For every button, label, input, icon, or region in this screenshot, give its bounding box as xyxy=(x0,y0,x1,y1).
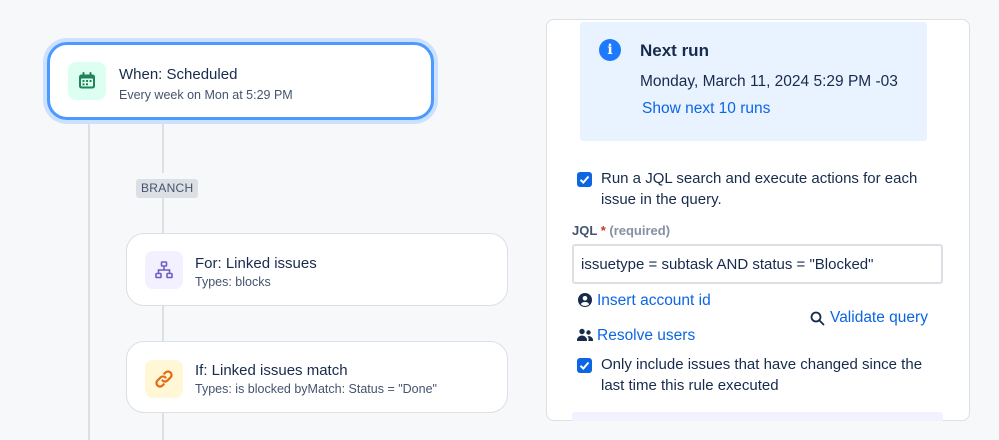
jql-input[interactable] xyxy=(572,244,943,284)
trigger-subtitle: Every week on Mon at 5:29 PM xyxy=(119,88,293,102)
run-jql-label-line1: Run a JQL search and execute actions for… xyxy=(601,170,918,187)
required-text: (required) xyxy=(609,223,671,238)
run-jql-checkbox[interactable] xyxy=(577,172,592,187)
person-icon xyxy=(578,293,592,307)
required-marker: * xyxy=(600,223,606,238)
next-run-date: Monday, March 11, 2024 5:29 PM -03 xyxy=(640,73,898,90)
link-icon xyxy=(145,360,183,398)
checkmark-icon xyxy=(579,361,590,370)
search-icon xyxy=(810,311,825,326)
condition-step-subtitle: Types: is blocked byMatch: Status = "Don… xyxy=(195,382,437,396)
trigger-title: When: Scheduled xyxy=(119,66,238,83)
validate-query-link[interactable]: Validate query xyxy=(830,309,928,327)
insert-account-id-link[interactable]: Insert account id xyxy=(597,292,711,310)
hierarchy-icon xyxy=(145,251,183,289)
only-changed-label-line1: Only include issues that have changed si… xyxy=(601,356,923,373)
next-run-title: Next run xyxy=(640,41,709,60)
flow-connector-step xyxy=(162,304,164,342)
flow-connector-bottom xyxy=(162,411,164,440)
show-next-runs-link[interactable]: Show next 10 runs xyxy=(642,100,770,118)
branch-step-card[interactable]: For: Linked issues Types: blocks xyxy=(126,233,508,306)
only-changed-label: Only include issues that have changed si… xyxy=(601,354,922,396)
condition-step-card[interactable]: If: Linked issues match Types: is blocke… xyxy=(126,341,508,413)
next-section-strip xyxy=(572,412,943,421)
run-jql-label-line2: issue in the query. xyxy=(601,191,722,208)
only-changed-label-line2: last time this rule executed xyxy=(601,377,779,394)
resolve-users-link[interactable]: Resolve users xyxy=(597,327,695,345)
branch-step-title: For: Linked issues xyxy=(195,255,317,272)
info-icon: i xyxy=(599,39,621,61)
trigger-card[interactable]: When: Scheduled Every week on Mon at 5:2… xyxy=(47,42,434,120)
jql-label-text: JQL xyxy=(572,223,598,238)
jql-label: JQL * (required) xyxy=(572,223,670,238)
only-changed-checkbox[interactable] xyxy=(577,358,592,373)
calendar-icon xyxy=(68,62,106,100)
people-icon xyxy=(577,328,593,341)
condition-step-title: If: Linked issues match xyxy=(195,362,348,379)
branch-step-subtitle: Types: blocks xyxy=(195,275,271,289)
branch-tag: BRANCH xyxy=(136,179,199,198)
flow-connector-branch-down xyxy=(162,196,164,236)
run-jql-label: Run a JQL search and execute actions for… xyxy=(601,168,917,210)
checkmark-icon xyxy=(579,175,590,184)
flow-connector-branch xyxy=(89,113,164,173)
